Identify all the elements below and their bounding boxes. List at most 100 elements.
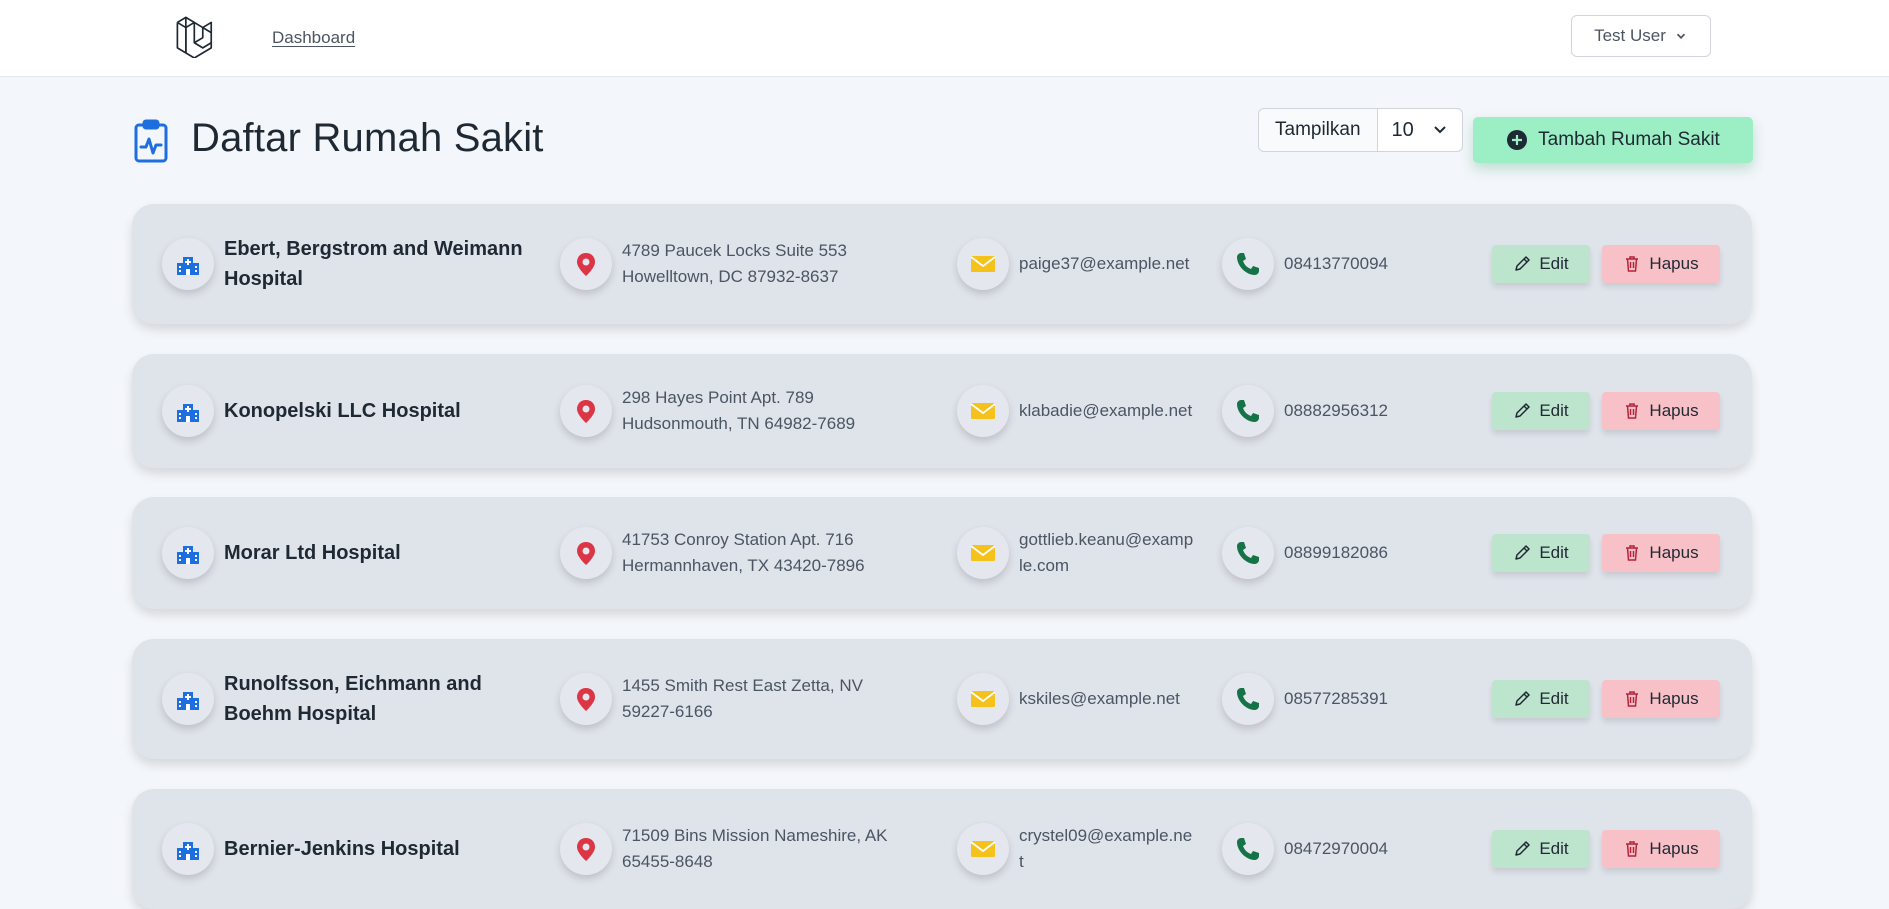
chevron-down-icon <box>1433 126 1446 134</box>
delete-button[interactable]: Hapus <box>1602 392 1720 430</box>
delete-label: Hapus <box>1649 689 1699 708</box>
location-icon-circle <box>560 238 612 290</box>
location-icon-circle <box>560 527 612 579</box>
envelope-icon <box>970 256 996 272</box>
delete-label: Hapus <box>1649 839 1699 858</box>
pencil-icon <box>1515 403 1531 418</box>
hospital-address: 71509 Bins Mission Nameshire, AK 65455-8… <box>622 826 888 871</box>
phone-icon-circle <box>1222 823 1274 875</box>
top-navbar: Dashboard Test User <box>0 0 1889 77</box>
delete-button[interactable]: Hapus <box>1602 245 1720 283</box>
trash-icon <box>1626 256 1639 272</box>
hospital-icon <box>177 692 199 710</box>
page-title: Daftar Rumah Sakit <box>191 116 544 160</box>
edit-label: Edit <box>1539 254 1569 273</box>
hospital-phone: 08577285391 <box>1284 689 1389 708</box>
phone-icon <box>1237 838 1259 860</box>
hospital-phone: 08899182086 <box>1284 543 1389 562</box>
add-hospital-label: Tambah Rumah Sakit <box>1538 129 1720 150</box>
page-size-label: Tampilkan <box>1259 109 1378 151</box>
pencil-icon <box>1515 691 1531 706</box>
location-icon-circle <box>560 823 612 875</box>
map-pin-icon <box>577 542 595 565</box>
hospital-address: 1455 Smith Rest East Zetta, NV 59227-616… <box>622 676 863 721</box>
delete-label: Hapus <box>1649 543 1699 562</box>
delete-label: Hapus <box>1649 254 1699 273</box>
phone-icon-circle <box>1222 527 1274 579</box>
email-icon-circle <box>957 673 1009 725</box>
hospital-icon-circle <box>162 527 214 579</box>
laravel-logo-icon[interactable] <box>174 14 218 58</box>
envelope-icon <box>970 545 996 561</box>
map-pin-icon <box>577 400 595 423</box>
envelope-icon <box>970 841 996 857</box>
nav-dashboard-link[interactable]: Dashboard <box>272 28 355 48</box>
email-icon-circle <box>957 823 1009 875</box>
trash-icon <box>1626 545 1639 561</box>
hospital-address: 298 Hayes Point Apt. 789 Hudsonmouth, TN… <box>622 388 856 433</box>
hospital-email: kskiles@example.net <box>1019 689 1180 708</box>
add-hospital-button[interactable]: Tambah Rumah Sakit <box>1473 117 1753 163</box>
clipboard-pulse-icon <box>134 119 168 163</box>
delete-label: Hapus <box>1649 401 1699 420</box>
page-size-control: Tampilkan 10 <box>1258 108 1463 152</box>
chevron-down-icon <box>1676 33 1686 39</box>
hospital-email: gottlieb.keanu@example.com <box>1019 530 1194 575</box>
delete-button[interactable]: Hapus <box>1602 680 1720 718</box>
hospital-name: Morar Ltd Hospital <box>224 542 401 564</box>
email-icon-circle <box>957 385 1009 437</box>
trash-icon <box>1626 691 1639 707</box>
edit-button[interactable]: Edit <box>1492 392 1590 430</box>
phone-icon-circle <box>1222 238 1274 290</box>
hospital-phone: 08472970004 <box>1284 839 1389 858</box>
trash-icon <box>1626 403 1639 419</box>
edit-label: Edit <box>1539 839 1569 858</box>
phone-icon-circle <box>1222 385 1274 437</box>
hospital-name: Konopelski LLC Hospital <box>224 400 461 422</box>
hospital-name: Ebert, Bergstrom and Weimann Hospital <box>224 238 523 290</box>
hospital-email: crystel09@example.net <box>1019 826 1193 871</box>
edit-button[interactable]: Edit <box>1492 830 1590 868</box>
user-name: Test User <box>1594 26 1666 45</box>
user-menu-button[interactable]: Test User <box>1571 15 1711 57</box>
hospital-icon <box>177 546 199 564</box>
plus-circle-icon <box>1507 130 1528 150</box>
edit-button[interactable]: Edit <box>1492 680 1590 718</box>
location-icon-circle <box>560 385 612 437</box>
envelope-icon <box>970 403 996 419</box>
map-pin-icon <box>577 838 595 861</box>
delete-button[interactable]: Hapus <box>1602 534 1720 572</box>
hospital-card: Ebert, Bergstrom and Weimann Hospital 47… <box>132 204 1752 324</box>
hospital-address: 4789 Paucek Locks Suite 553 Howelltown, … <box>622 241 847 286</box>
hospital-icon-circle <box>162 823 214 875</box>
pencil-icon <box>1515 545 1531 560</box>
phone-icon <box>1237 253 1259 275</box>
phone-icon <box>1237 688 1259 710</box>
pencil-icon <box>1515 841 1531 856</box>
delete-button[interactable]: Hapus <box>1602 830 1720 868</box>
hospital-card: Morar Ltd Hospital 41753 Conroy Station … <box>132 497 1752 609</box>
edit-label: Edit <box>1539 689 1569 708</box>
hospital-email: klabadie@example.net <box>1019 401 1193 420</box>
trash-icon <box>1626 841 1639 857</box>
hospital-card: Konopelski LLC Hospital 298 Hayes Point … <box>132 354 1752 468</box>
hospital-card: Bernier-Jenkins Hospital 71509 Bins Miss… <box>132 789 1752 909</box>
edit-label: Edit <box>1539 543 1569 562</box>
page-size-select[interactable]: 10 <box>1378 109 1462 151</box>
hospital-phone: 08413770094 <box>1284 254 1389 273</box>
pencil-icon <box>1515 256 1531 271</box>
hospital-icon-circle <box>162 238 214 290</box>
page-size-value: 10 <box>1391 118 1414 141</box>
hospital-address: 41753 Conroy Station Apt. 716 Hermannhav… <box>622 530 865 575</box>
edit-button[interactable]: Edit <box>1492 245 1590 283</box>
location-icon-circle <box>560 673 612 725</box>
email-icon-circle <box>957 527 1009 579</box>
hospital-icon-circle <box>162 673 214 725</box>
hospital-card: Runolfsson, Eichmann and Boehm Hospital … <box>132 639 1752 759</box>
hospital-name: Bernier-Jenkins Hospital <box>224 838 460 860</box>
phone-icon-circle <box>1222 673 1274 725</box>
edit-button[interactable]: Edit <box>1492 534 1590 572</box>
phone-icon <box>1237 542 1259 564</box>
map-pin-icon <box>577 688 595 711</box>
hospital-icon <box>177 257 199 275</box>
